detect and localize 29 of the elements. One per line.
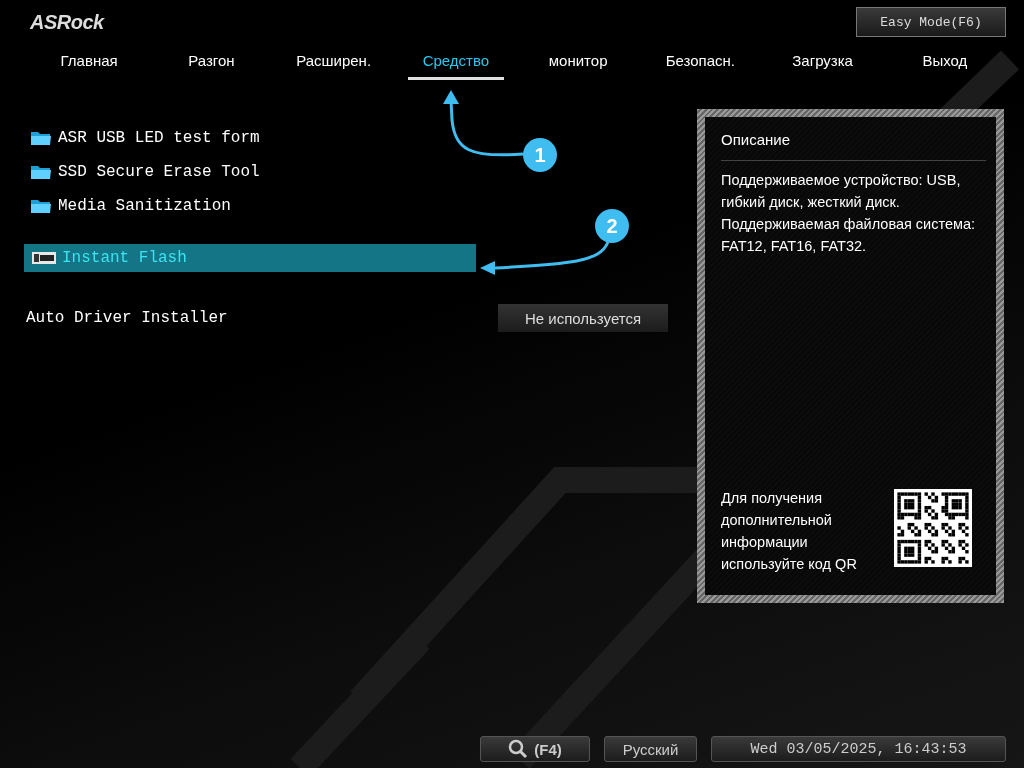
- step-marker: 1: [523, 138, 557, 172]
- menu-tab[interactable]: Безопасн.: [652, 46, 749, 80]
- setting-label: Auto Driver Installer: [26, 309, 228, 327]
- description-text: Поддерживаемое устройство: USB, гибкий диск, жесткий диск. Поддерживаемая файловая система: FAT12, FAT16, FAT32.: [721, 171, 977, 256]
- folder-icon: [30, 130, 52, 146]
- menu-item[interactable]: ASR USB LED test form: [24, 124, 474, 152]
- search-button[interactable]: (F4): [480, 736, 590, 762]
- menu-item[interactable]: SSD Secure Erase Tool: [24, 158, 474, 186]
- setting-value-button[interactable]: Не используется: [498, 304, 668, 332]
- menu-tab[interactable]: Выход: [896, 46, 993, 80]
- folder-icon: [30, 198, 52, 214]
- menu-tab[interactable]: Средство: [407, 46, 504, 80]
- language-button[interactable]: Русский: [604, 736, 697, 762]
- menu-tab[interactable]: Загрузка: [774, 46, 871, 80]
- easy-mode-button[interactable]: Easy Mode(F6): [856, 7, 1006, 37]
- menu-tab[interactable]: монитор: [530, 46, 627, 80]
- panel-title: Описание: [721, 117, 986, 161]
- brand-logo: ASRock: [30, 10, 104, 34]
- qr-hint-text: Для получения дополнительной информации используйте код QR: [721, 489, 858, 574]
- step-marker: 2: [595, 209, 629, 243]
- date-time-display: Wed 03/05/2025, 16:43:53: [711, 736, 1006, 762]
- menu-item[interactable]: Media Sanitization: [24, 192, 474, 220]
- qr-code-icon: [894, 489, 972, 567]
- menu-tab[interactable]: Главная: [41, 46, 138, 80]
- menu-tab[interactable]: Разгон: [163, 46, 260, 80]
- folder-icon: [30, 164, 52, 180]
- search-icon: [508, 739, 529, 759]
- menu-tab[interactable]: Расширен.: [285, 46, 382, 80]
- chip-icon: [32, 251, 56, 265]
